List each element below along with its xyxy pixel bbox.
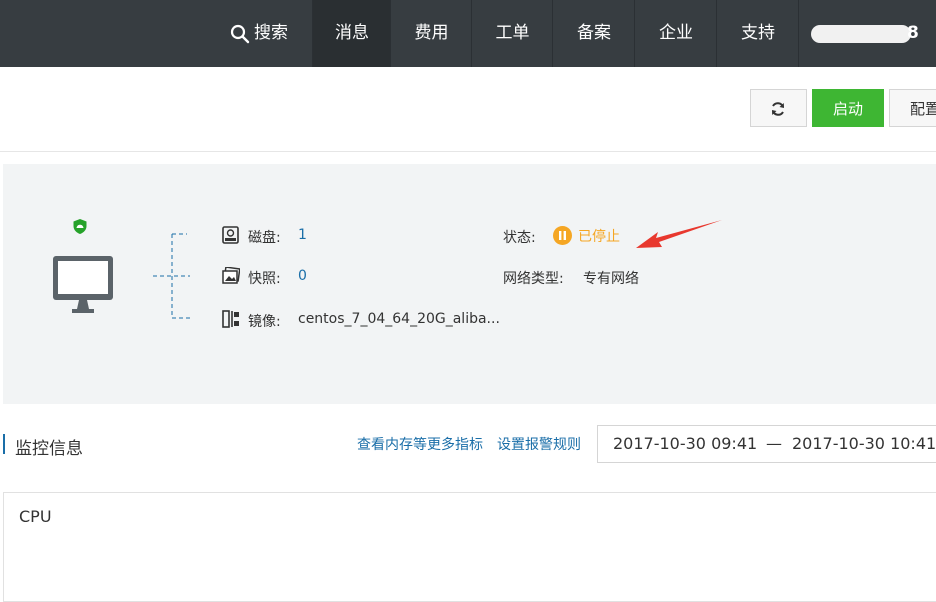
config-button[interactable]: 配置 <box>889 89 936 127</box>
instance-info-panel <box>3 164 936 404</box>
snapshot-count-link[interactable]: 0 <box>298 268 307 284</box>
network-type-label: 网络类型: <box>503 271 564 287</box>
nav-search-label: 搜索 <box>254 23 288 43</box>
red-annotation-arrow <box>636 220 722 248</box>
image-label: 镜像: <box>248 314 281 330</box>
nav-search[interactable]: 搜索 <box>222 0 312 67</box>
date-range-separator: — <box>766 434 782 453</box>
nav-icp[interactable]: 备案 <box>552 0 635 67</box>
nav-user-account[interactable]: 8 <box>798 0 936 67</box>
nav-billing[interactable]: 费用 <box>390 0 472 67</box>
nav-messages[interactable]: 消息 <box>312 0 391 67</box>
top-nav: 搜索 消息 费用 工单 备案 企业 支持 8 <box>0 0 936 67</box>
nav-tickets[interactable]: 工单 <box>471 0 553 67</box>
disk-icon <box>222 226 239 244</box>
search-icon <box>230 24 250 44</box>
nav-support[interactable]: 支持 <box>716 0 799 67</box>
network-type-value: 专有网络 <box>583 271 639 287</box>
disk-label: 磁盘: <box>248 230 281 246</box>
security-shield-icon <box>73 219 87 234</box>
stopped-status-icon <box>553 226 572 245</box>
image-value: centos_7_04_64_20G_aliba... <box>298 311 500 327</box>
status-value: 已停止 <box>578 229 620 245</box>
disk-count-link[interactable]: 1 <box>298 227 307 243</box>
snapshot-label: 快照: <box>248 271 281 287</box>
refresh-button[interactable] <box>750 89 807 127</box>
cpu-chart-title: CPU <box>19 507 52 526</box>
alarm-rules-link[interactable]: 设置报警规则 <box>497 434 581 454</box>
server-monitor-icon <box>53 256 113 313</box>
date-range-picker[interactable]: 2017-10-30 09:41 — 2017-10-30 10:41 <box>597 425 936 463</box>
more-metrics-link[interactable]: 查看内存等更多指标 <box>357 434 483 454</box>
start-button[interactable]: 启动 <box>812 89 884 127</box>
toolbar-divider <box>0 151 936 152</box>
date-range-end: 2017-10-30 10:41 <box>792 434 936 453</box>
refresh-icon <box>772 102 784 116</box>
nav-enterprise[interactable]: 企业 <box>634 0 717 67</box>
cpu-chart-panel: CPU <box>3 492 936 602</box>
monitor-section-title: 监控信息 <box>15 439 83 459</box>
date-range-start: 2017-10-30 09:41 <box>613 434 758 453</box>
status-label: 状态: <box>503 230 536 246</box>
user-suffix: 8 <box>907 23 919 43</box>
tree-connector <box>153 233 190 319</box>
snapshot-icon <box>222 267 240 284</box>
image-icon <box>222 310 239 328</box>
section-accent-bar <box>3 434 5 454</box>
redacted-username <box>811 25 911 43</box>
